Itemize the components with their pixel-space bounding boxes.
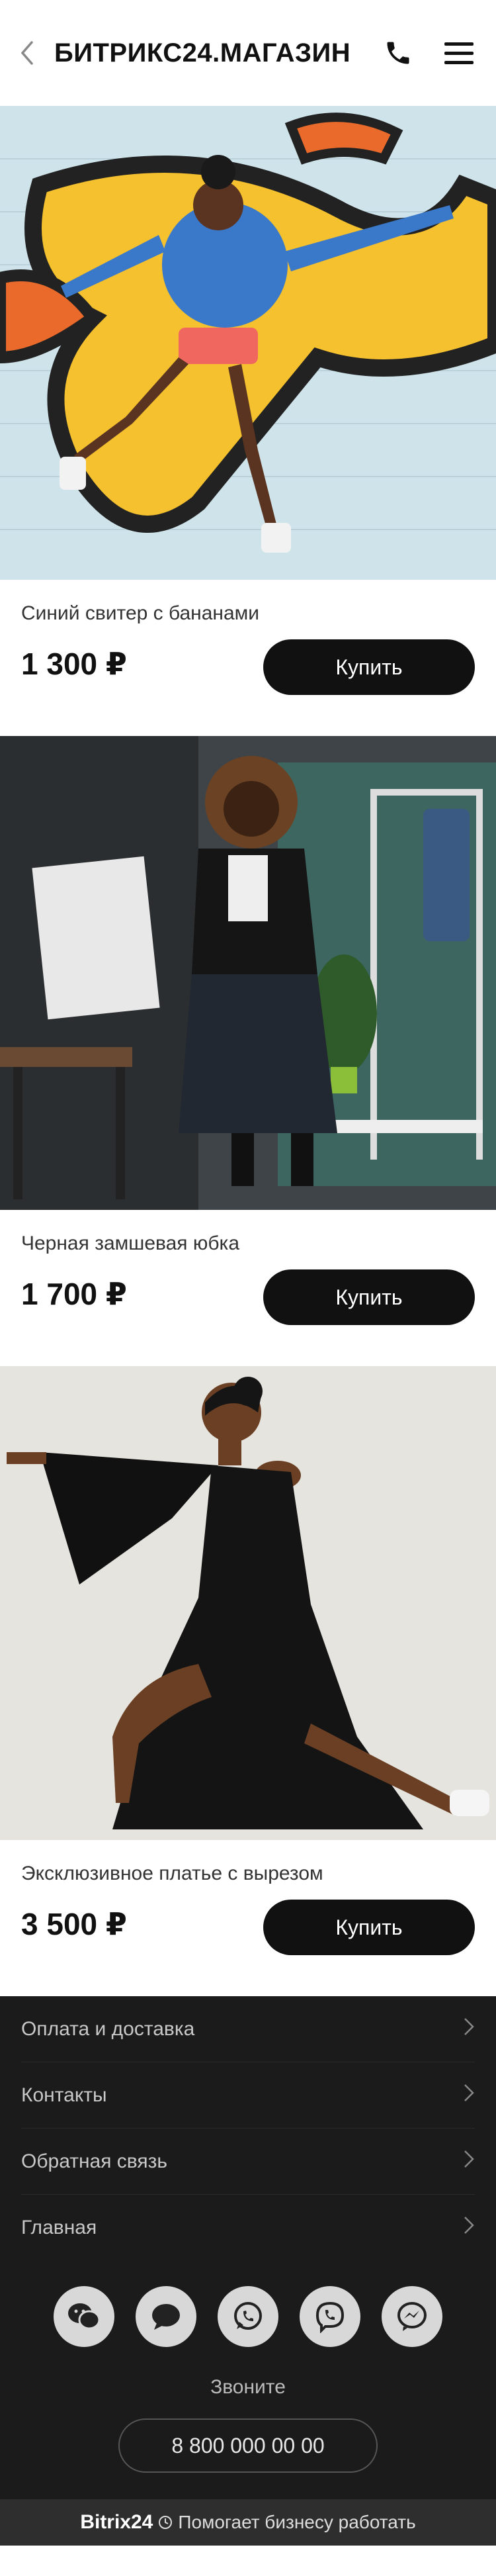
product-name[interactable]: Эксклюзивное платье с вырезом: [21, 1863, 323, 1885]
whatsapp-icon[interactable]: [218, 2286, 278, 2347]
buy-button[interactable]: Купить: [263, 1900, 475, 1955]
bitrix-logo: Bitrix24: [80, 2511, 153, 2533]
store-title[interactable]: БИТРИКС24.МАГАЗИН: [54, 38, 380, 68]
buy-button[interactable]: Купить: [263, 1269, 475, 1325]
phone-number-button[interactable]: 8 800 000 00 00: [118, 2418, 378, 2473]
product-info: Эксклюзивное платье с вырезом 3 500 ₽ Ку…: [0, 1840, 496, 1996]
buy-button[interactable]: Купить: [263, 639, 475, 695]
footer: Оплата и доставка Контакты Обратная связ…: [0, 1996, 496, 2546]
product-info: Синий свитер с бананами 1 300 ₽ Купить: [0, 580, 496, 736]
product-card: Эксклюзивное платье с вырезом 3 500 ₽ Ку…: [0, 1366, 496, 1996]
wechat-icon[interactable]: [54, 2286, 114, 2347]
footer-item-home[interactable]: Главная: [21, 2195, 475, 2261]
product-image-black-skirt[interactable]: [0, 736, 496, 1210]
product-name[interactable]: Синий свитер с бананами: [21, 602, 259, 625]
bitrix-tagline: Помогает бизнесу работать: [178, 2512, 416, 2532]
bitrix-bar[interactable]: Bitrix24 Помогает бизнесу работать: [0, 2499, 496, 2546]
top-bar: БИТРИКС24.МАГАЗИН: [0, 0, 496, 106]
product-price: 1 300 ₽: [21, 647, 127, 681]
footer-item-feedback[interactable]: Обратная связь: [21, 2129, 475, 2195]
product-image-black-dress[interactable]: [0, 1366, 496, 1840]
product-card: Черная замшевая юбка 1 700 ₽ Купить: [0, 736, 496, 1366]
product-info: Черная замшевая юбка 1 700 ₽ Купить: [0, 1210, 496, 1366]
footer-item-contacts[interactable]: Контакты: [21, 2062, 475, 2129]
chevron-right-icon: [463, 2083, 475, 2108]
footer-item-payment[interactable]: Оплата и доставка: [21, 1996, 475, 2062]
back-icon[interactable]: [19, 33, 42, 73]
phone-icon[interactable]: [380, 34, 417, 71]
product-name[interactable]: Черная замшевая юбка: [21, 1232, 239, 1255]
call-label: Звоните: [210, 2376, 286, 2398]
footer-item-label: Оплата и доставка: [21, 2017, 195, 2040]
footer-item-label: Контакты: [21, 2084, 107, 2106]
social-links: [0, 2286, 496, 2347]
product-card: Синий свитер с бананами 1 300 ₽ Купить: [0, 106, 496, 736]
footer-item-label: Главная: [21, 2217, 97, 2238]
footer-menu: Оплата и доставка Контакты Обратная связ…: [0, 1996, 496, 2261]
product-price: 1 700 ₽: [21, 1277, 127, 1311]
product-price: 3 500 ₽: [21, 1907, 127, 1941]
chevron-right-icon: [463, 2017, 475, 2042]
chat-icon[interactable]: [136, 2286, 196, 2347]
viber-icon[interactable]: [300, 2286, 360, 2347]
product-image-banana-sweater[interactable]: [0, 106, 496, 580]
chevron-right-icon: [463, 2149, 475, 2174]
messenger-icon[interactable]: [382, 2286, 442, 2347]
chevron-right-icon: [463, 2215, 475, 2240]
menu-icon[interactable]: [440, 34, 477, 71]
clock-icon: [158, 2515, 173, 2530]
footer-item-label: Обратная связь: [21, 2150, 168, 2172]
